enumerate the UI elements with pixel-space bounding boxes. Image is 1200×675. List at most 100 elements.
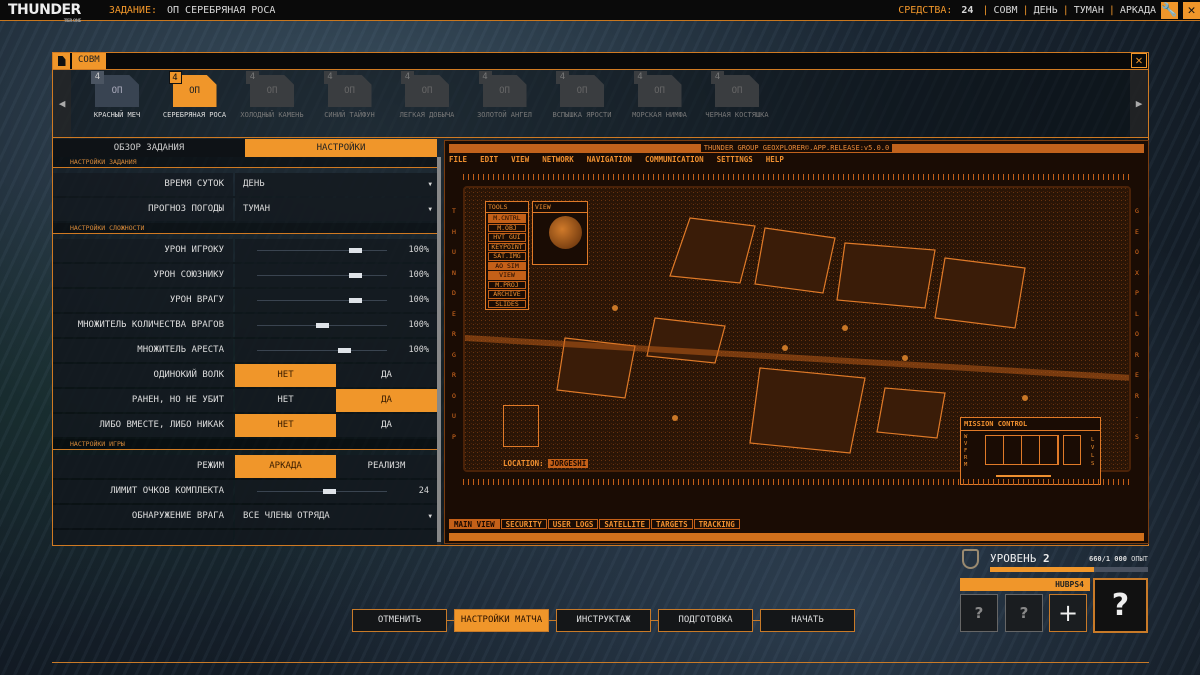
view-panel: VIEW bbox=[532, 201, 588, 265]
map-menu-item[interactable]: VIEW bbox=[511, 155, 529, 164]
map-title-bar: THUNDER GROUP GEOXPLORER©.APP.RELEASE:v5… bbox=[449, 144, 1144, 153]
nav-button[interactable]: НАСТРОЙКИ МАТЧА bbox=[454, 608, 549, 632]
toggle-no-option[interactable]: НЕТ bbox=[235, 414, 336, 437]
waveform-display bbox=[985, 435, 1059, 465]
carousel-left-arrow[interactable]: ◀ bbox=[53, 70, 71, 137]
loadout-slot-1[interactable]: ? bbox=[960, 594, 998, 632]
map-tab[interactable]: MAIN VIEW bbox=[449, 519, 500, 529]
mission-card[interactable]: 4 ОП СИНИЙ ТАЙФУН bbox=[311, 71, 389, 119]
mission-card[interactable]: 4 ОП МОРСКАЯ НИМФА bbox=[621, 71, 699, 119]
slider-track[interactable] bbox=[257, 323, 387, 328]
map-menu-item[interactable]: HELP bbox=[766, 155, 784, 164]
toggle-yes-option[interactable]: ДА bbox=[336, 414, 437, 437]
map-tab[interactable]: SECURITY bbox=[500, 519, 547, 529]
map-menu-item[interactable]: COMMUNICATION bbox=[645, 155, 704, 164]
add-slot-button[interactable]: + bbox=[1049, 594, 1087, 632]
slider-knob[interactable] bbox=[316, 323, 329, 328]
tool-item[interactable]: SAT.IMG bbox=[488, 252, 526, 261]
mission-card[interactable]: 4 ОП ЗОЛОТОЙ АНГЕЛ bbox=[466, 71, 544, 119]
main-loadout-slot[interactable]: ? bbox=[1093, 578, 1148, 633]
tool-item[interactable]: ARCHIVE bbox=[488, 290, 526, 299]
view-title: VIEW bbox=[533, 202, 587, 213]
slider-knob[interactable] bbox=[322, 489, 336, 494]
slider-knob[interactable] bbox=[348, 298, 362, 303]
kit-limit-slider[interactable] bbox=[257, 489, 387, 494]
window-close-button[interactable]: ✕ bbox=[1131, 53, 1147, 68]
slider-knob[interactable] bbox=[338, 348, 352, 353]
tool-item[interactable]: AO SIM bbox=[488, 261, 526, 270]
slider-track[interactable] bbox=[257, 248, 387, 253]
map-tab[interactable]: TRACKING bbox=[693, 519, 740, 529]
bottom-navigation: ОТМЕНИТЬ НАСТРОЙКИ МАТЧА ИНСТРУКТАЖ ПОДГОТО… bbox=[352, 608, 855, 632]
toggle-yes-option[interactable]: ДА bbox=[336, 389, 437, 412]
globe-icon[interactable] bbox=[549, 216, 582, 249]
enemy-detection-dropdown[interactable]: ВСЕ ЧЛЕНЫ ОТРЯДА ▼ bbox=[235, 505, 437, 528]
window-tab[interactable]: СОВМ bbox=[72, 53, 106, 69]
status-coop: СОВМ bbox=[993, 4, 1018, 16]
toggle-cell: НЕТ ДА bbox=[235, 364, 437, 387]
mode-realism-option[interactable]: РЕАЛИЗМ bbox=[336, 455, 437, 478]
bottom-divider bbox=[52, 662, 1149, 663]
xp-progress-bar bbox=[990, 567, 1148, 572]
slider-value: 24 bbox=[418, 486, 429, 496]
mission-card[interactable]: 4 ОП СЕРЕБРЯНАЯ РОСА bbox=[156, 71, 234, 119]
separator: | bbox=[1022, 4, 1029, 16]
slider-track[interactable] bbox=[257, 273, 387, 278]
slider-track[interactable] bbox=[257, 298, 387, 303]
mission-card[interactable]: 4 ОП ЛЕГКАЯ ДОБЫЧА bbox=[388, 71, 466, 119]
mission-player-count: 4 bbox=[556, 71, 569, 84]
nav-button[interactable]: ПОДГОТОВКА bbox=[658, 608, 753, 632]
map-menu-item[interactable]: NETWORK bbox=[542, 155, 574, 164]
close-icon[interactable]: ✕ bbox=[1183, 1, 1200, 19]
tool-item[interactable]: M.OBJ bbox=[488, 223, 526, 232]
slider-track[interactable] bbox=[257, 348, 387, 353]
tool-item[interactable]: M.CNTRL bbox=[488, 214, 526, 223]
tool-item[interactable]: HVT GUI bbox=[488, 233, 526, 242]
setting-slider-row: МНОЖИТЕЛЬ АРЕСТА 100% bbox=[53, 339, 437, 364]
map-menu-item[interactable]: SETTINGS bbox=[717, 155, 753, 164]
toggle-no-option[interactable]: НЕТ bbox=[235, 364, 336, 387]
tab-mission-overview[interactable]: ОБЗОР ЗАДАНИЯ bbox=[53, 139, 245, 157]
map-tab[interactable]: USER LOGS bbox=[547, 519, 599, 529]
mission-card[interactable]: 4 ОП ХОЛОДНЫЙ КАМЕНЬ bbox=[233, 71, 311, 119]
map-tab[interactable]: SATELLITE bbox=[599, 519, 651, 529]
mission-name: ЧЕРНАЯ КОСТЯШКА bbox=[705, 111, 769, 119]
loadout-slot-2[interactable]: ? bbox=[1005, 594, 1043, 632]
mission-card[interactable]: 4 ОП КРАСНЫЙ МЕЧ bbox=[78, 71, 156, 119]
slider-value: 100% bbox=[408, 295, 429, 305]
scrollbar-thumb[interactable] bbox=[437, 157, 441, 542]
slider-cell: 100% bbox=[235, 289, 437, 312]
map-tab[interactable]: TARGETS bbox=[651, 519, 693, 529]
dropdown-value: ВСЕ ЧЛЕНЫ ОТРЯДА bbox=[243, 511, 330, 521]
map-menu-item[interactable]: NAVIGATION bbox=[587, 155, 632, 164]
toggle-yes-option[interactable]: ДА bbox=[336, 364, 437, 387]
mission-player-count: 4 bbox=[478, 71, 492, 84]
slider-knob[interactable] bbox=[348, 273, 362, 278]
mission-name: ЗОЛОТОЙ АНГЕЛ bbox=[477, 111, 532, 119]
map-menu-item[interactable]: FILE bbox=[449, 155, 467, 164]
slider-knob[interactable] bbox=[348, 248, 362, 253]
setting-label: МНОЖИТЕЛЬ КОЛИЧЕСТВА ВРАГОВ bbox=[53, 314, 233, 337]
toggle-no-option[interactable]: НЕТ bbox=[235, 389, 336, 412]
nav-button[interactable]: ОТМЕНИТЬ bbox=[352, 608, 447, 632]
document-icon bbox=[53, 53, 70, 69]
weather-dropdown[interactable]: ТУМАН ▼ bbox=[235, 198, 437, 221]
tool-item[interactable]: VIEW bbox=[488, 271, 526, 280]
mission-card[interactable]: 4 ОП ВСПЫШКА ЯРОСТИ bbox=[543, 71, 621, 119]
tool-item[interactable]: M.PROJ bbox=[488, 280, 526, 289]
nav-button[interactable]: ИНСТРУКТАЖ bbox=[556, 608, 651, 632]
carousel-right-arrow[interactable]: ▶ bbox=[1130, 70, 1148, 137]
mission-card[interactable]: 4 ОП ЧЕРНАЯ КОСТЯШКА bbox=[698, 71, 776, 119]
ruler-top bbox=[463, 174, 1130, 180]
mode-arcade-option[interactable]: АРКАДА bbox=[235, 455, 336, 478]
tool-item[interactable]: SLIDES bbox=[488, 299, 526, 308]
tool-item[interactable]: KEYPOINT bbox=[488, 242, 526, 251]
setting-label: УРОН ВРАГУ bbox=[53, 289, 233, 312]
time-of-day-dropdown[interactable]: ДЕНЬ ▼ bbox=[235, 173, 437, 196]
section-header: НАСТРОЙКИ СЛОЖНОСТИ bbox=[53, 223, 437, 234]
scrollbar[interactable] bbox=[437, 157, 441, 545]
tab-settings[interactable]: НАСТРОЙКИ bbox=[245, 139, 437, 157]
nav-button[interactable]: НАЧАТЬ bbox=[760, 608, 855, 632]
wrench-icon[interactable]: 🔧 bbox=[1161, 1, 1178, 19]
map-menu-item[interactable]: EDIT bbox=[480, 155, 498, 164]
